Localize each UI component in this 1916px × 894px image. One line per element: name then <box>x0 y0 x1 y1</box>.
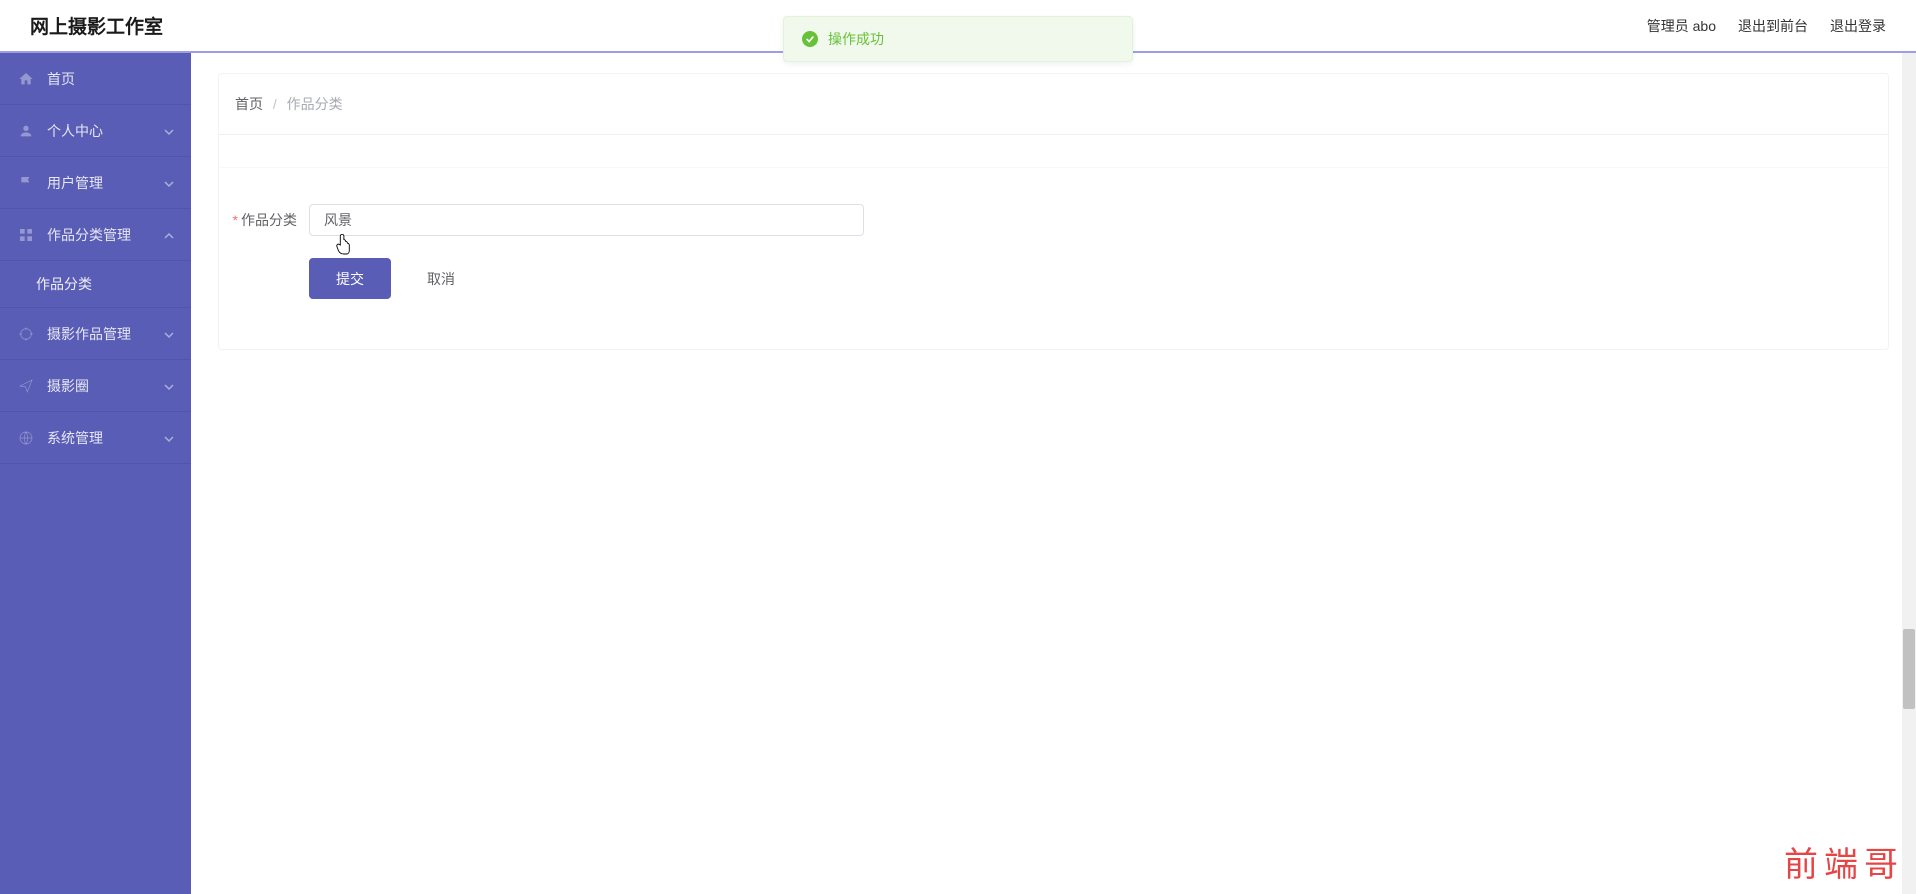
sidebar-item-label: 摄影圈 <box>47 376 89 396</box>
success-toast: 操作成功 <box>783 16 1133 62</box>
watermark: 前端哥 <box>1784 837 1904 886</box>
sidebar-item-label: 摄影作品管理 <box>47 324 131 344</box>
required-mark: * <box>233 212 238 228</box>
logout-link[interactable]: 退出登录 <box>1830 16 1886 36</box>
chevron-up-icon <box>163 229 175 241</box>
sidebar-subitem-label: 作品分类 <box>36 274 92 294</box>
scrollbar-track[interactable] <box>1902 53 1916 894</box>
logout-front-link[interactable]: 退出到前台 <box>1738 16 1808 36</box>
category-label: *作品分类 <box>231 210 309 230</box>
breadcrumb: 首页 / 作品分类 <box>219 74 1888 135</box>
app-title: 网上摄影工作室 <box>30 12 163 39</box>
chevron-down-icon <box>163 177 175 189</box>
category-input[interactable] <box>309 204 864 236</box>
check-circle-icon <box>802 31 818 47</box>
sidebar-item-categories[interactable]: 作品分类管理 <box>0 209 191 261</box>
sidebar-item-works[interactable]: 摄影作品管理 <box>0 308 191 360</box>
chevron-down-icon <box>163 380 175 392</box>
sidebar-subitem-category[interactable]: 作品分类 <box>0 261 191 308</box>
scrollbar-thumb[interactable] <box>1903 629 1915 709</box>
grid-icon <box>18 227 34 243</box>
breadcrumb-current: 作品分类 <box>287 96 343 112</box>
sidebar-item-label: 首页 <box>47 69 75 89</box>
sidebar-item-users[interactable]: 用户管理 <box>0 157 191 209</box>
sidebar-item-label: 用户管理 <box>47 173 103 193</box>
submit-button[interactable]: 提交 <box>309 258 391 299</box>
sidebar-item-personal[interactable]: 个人中心 <box>0 105 191 157</box>
cancel-button[interactable]: 取消 <box>427 269 455 289</box>
crosshair-icon <box>18 326 34 342</box>
send-icon <box>18 378 34 394</box>
form-actions: 提交 取消 <box>231 258 1876 299</box>
home-icon <box>18 71 34 87</box>
sidebar-item-label: 个人中心 <box>47 121 103 141</box>
category-label-text: 作品分类 <box>241 212 297 228</box>
sidebar-item-circle[interactable]: 摄影圈 <box>0 360 191 412</box>
header-right: 管理员 abo 退出到前台 退出登录 <box>1647 16 1886 36</box>
sidebar-item-label: 系统管理 <box>47 428 103 448</box>
person-icon <box>18 123 34 139</box>
chevron-down-icon <box>163 125 175 137</box>
main-content: 首页 / 作品分类 *作品分类 提交 取消 <box>191 53 1916 894</box>
content-card: 首页 / 作品分类 *作品分类 提交 取消 <box>218 73 1889 350</box>
toast-message: 操作成功 <box>828 29 884 49</box>
breadcrumb-home[interactable]: 首页 <box>235 96 263 112</box>
sidebar-item-home[interactable]: 首页 <box>0 53 191 105</box>
sidebar-item-label: 作品分类管理 <box>47 225 131 245</box>
chevron-down-icon <box>163 328 175 340</box>
cursor-pointer-icon <box>334 234 352 256</box>
sidebar: 首页 个人中心 用户管理 作品分类管理 <box>0 53 191 894</box>
globe-icon <box>18 430 34 446</box>
sidebar-item-system[interactable]: 系统管理 <box>0 412 191 464</box>
flag-icon <box>18 175 34 191</box>
breadcrumb-separator: / <box>273 96 277 112</box>
form-area: *作品分类 提交 取消 <box>219 167 1888 349</box>
admin-link[interactable]: 管理员 abo <box>1647 16 1716 36</box>
form-row-category: *作品分类 <box>231 204 1876 236</box>
chevron-down-icon <box>163 432 175 444</box>
